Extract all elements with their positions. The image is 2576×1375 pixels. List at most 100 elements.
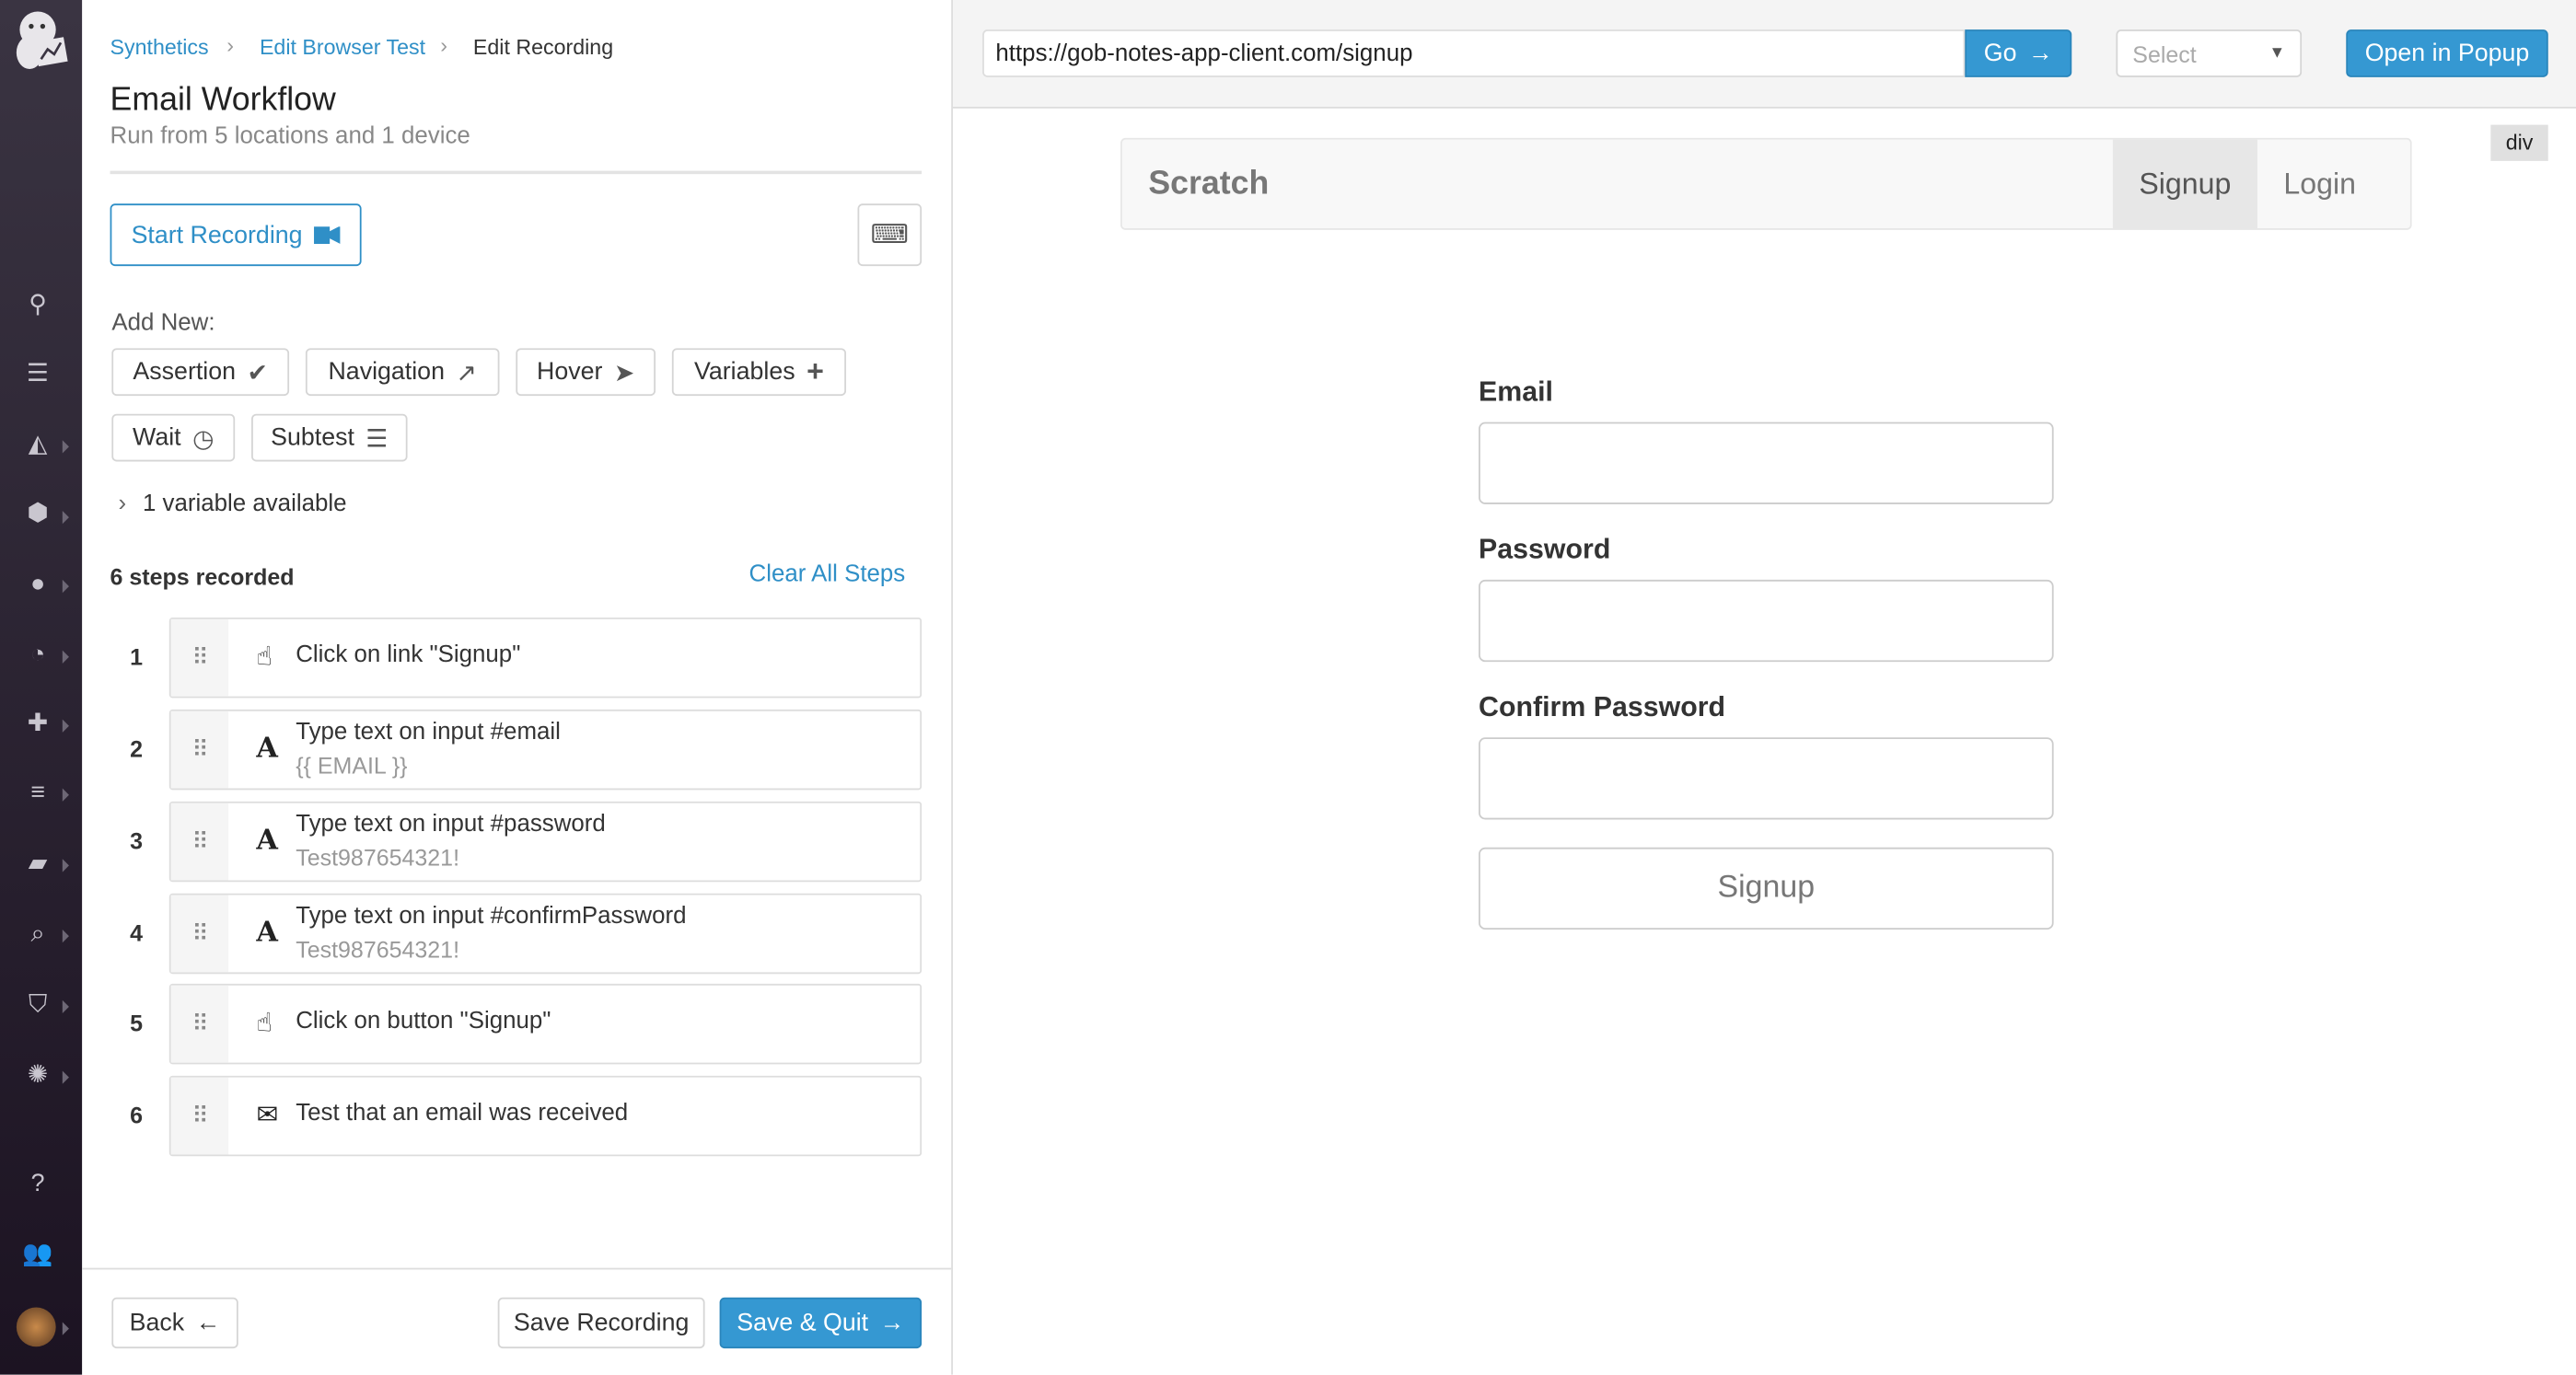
back-button[interactable]: Back ← — [111, 1298, 238, 1348]
page-title: Email Workflow — [110, 82, 336, 120]
add-assertion-button[interactable]: Assertion✔ — [111, 348, 289, 396]
page-subtitle: Run from 5 locations and 1 device — [110, 123, 470, 150]
keyboard-icon: ⌨ — [871, 218, 909, 251]
list-icon[interactable]: ☰ — [21, 358, 54, 391]
start-recording-button[interactable]: Start Recording — [110, 203, 362, 266]
step-number: 1 — [128, 644, 145, 671]
password-label: Password — [1479, 534, 1610, 567]
chart-icon[interactable]: ◭ — [21, 429, 54, 462]
label: Navigation — [328, 358, 445, 386]
device-select[interactable]: Select ▼ — [2116, 29, 2302, 77]
add-subtest-button[interactable]: Subtest ☰ — [251, 414, 408, 462]
step-description: Test that an email was received — [296, 1101, 628, 1127]
password-field[interactable] — [1479, 580, 2054, 662]
keyboard-shortcuts-button[interactable]: ⌨ — [858, 203, 922, 266]
main-sidebar: ⚲ ☰ ◭ ⬢ ● ◔ ✚ ≡ ▰ ⌕ ⛉ ✺ ? 👥 — [0, 0, 82, 1375]
go-button[interactable]: Go → — [1965, 29, 2071, 77]
shield-icon[interactable]: ⛉ — [21, 988, 54, 1022]
label: Hover — [537, 358, 602, 386]
binoculars-icon[interactable]: ⚲ — [21, 289, 54, 322]
step-item[interactable]: ⠿☝Click on link "Signup" — [169, 618, 922, 698]
url-input[interactable] — [982, 29, 1965, 77]
breadcrumb-separator: › — [226, 33, 234, 58]
cursor-icon: ➤ — [614, 357, 634, 387]
external-link-icon: ↗ — [456, 357, 476, 387]
step-item[interactable]: ⠿ ✉ Test that an email was received — [169, 1076, 922, 1156]
step-number: 2 — [128, 735, 145, 762]
drag-handle-icon[interactable]: ⠿ — [171, 619, 228, 697]
avatar[interactable] — [17, 1307, 56, 1346]
step-item[interactable]: ⠿AType text on input #email{{ EMAIL }} — [169, 710, 922, 790]
puzzle-icon[interactable]: ✚ — [21, 708, 54, 741]
variables-toggle[interactable]: ›1 variable available — [118, 491, 346, 518]
chevron-right-icon: › — [118, 491, 126, 518]
alert-icon[interactable]: ● — [21, 568, 54, 601]
add-wait-button[interactable]: Wait◷ — [111, 414, 235, 462]
step-description: Type text on input #confirmPassword — [296, 903, 686, 930]
add-hover-button[interactable]: Hover ➤ — [516, 348, 656, 396]
label: Select — [2132, 40, 2196, 67]
team-icon[interactable]: 👥 — [21, 1239, 54, 1272]
filter-icon[interactable]: ≡ — [21, 777, 54, 810]
step-item[interactable]: ⠿☝Click on button "Signup" — [169, 984, 922, 1064]
label: Back — [130, 1309, 185, 1336]
confirm-password-label: Confirm Password — [1479, 691, 1725, 724]
caret-down-icon: ▼ — [2269, 44, 2286, 63]
video-camera-icon — [314, 225, 341, 244]
start-recording-label: Start Recording — [132, 221, 303, 248]
step-number: 6 — [128, 1102, 145, 1128]
drag-handle-icon[interactable]: ⠿ — [171, 803, 228, 881]
check-icon: ✔ — [248, 357, 268, 387]
steps-count: 6 steps recorded — [110, 563, 295, 590]
app-navbar: Scratch Signup Login — [1120, 138, 2412, 230]
email-field[interactable] — [1479, 422, 2054, 504]
label: Variables — [694, 358, 795, 386]
nav-login[interactable]: Login — [2257, 140, 2383, 228]
breadcrumb-synthetics[interactable]: Synthetics — [110, 34, 209, 59]
drag-handle-icon[interactable]: ⠿ — [171, 1078, 228, 1155]
globe-gear-icon[interactable]: ✺ — [21, 1059, 54, 1092]
drag-handle-icon[interactable]: ⠿ — [171, 711, 228, 789]
arrow-right-icon: → — [2028, 40, 2053, 67]
step-description: Type text on input #password — [296, 812, 606, 838]
step-number: 5 — [128, 1010, 145, 1036]
nav-signup[interactable]: Signup — [2113, 140, 2257, 228]
list-icon: ☰ — [366, 423, 388, 453]
app-brand[interactable]: Scratch — [1148, 166, 1269, 203]
hexagons-icon[interactable]: ⬢ — [21, 498, 54, 531]
step-value: {{ EMAIL }} — [296, 752, 407, 779]
envelope-icon: ✉ — [256, 1078, 278, 1155]
clear-all-steps-link[interactable]: Clear All Steps — [749, 561, 906, 588]
signup-submit-button[interactable]: Signup — [1479, 848, 2054, 930]
label: Subtest — [271, 423, 354, 451]
step-description: Click on link "Signup" — [296, 642, 520, 669]
drag-handle-icon[interactable]: ⠿ — [171, 895, 228, 973]
step-number: 3 — [128, 827, 145, 854]
open-in-popup-button[interactable]: Open in Popup — [2346, 29, 2547, 77]
step-item[interactable]: ⠿ A Type text on input #confirmPassword Tes… — [169, 894, 922, 974]
confirm-password-field[interactable] — [1479, 737, 2054, 819]
step-value: Test987654321! — [296, 936, 459, 963]
notebook-icon[interactable]: ▰ — [21, 848, 54, 881]
type-text-icon: A — [256, 895, 278, 973]
label: Save Recording — [514, 1309, 689, 1336]
step-item[interactable]: ⠿AType text on input #passwordTest987654… — [169, 802, 922, 882]
help-icon[interactable]: ? — [21, 1168, 54, 1201]
save-and-quit-button[interactable]: Save & Quit→ — [720, 1298, 922, 1348]
add-variables-button[interactable]: Variables+ — [672, 348, 846, 396]
breadcrumb-edit-browser-test[interactable]: Edit Browser Test — [260, 34, 425, 59]
add-navigation-button[interactable]: Navigation ↗ — [306, 348, 500, 396]
drag-handle-icon[interactable]: ⠿ — [171, 986, 228, 1063]
label: Go — [1984, 40, 2017, 67]
email-label: Email — [1479, 376, 1553, 410]
divider — [110, 171, 922, 175]
log-search-icon[interactable]: ⌕ — [21, 919, 54, 952]
save-recording-button[interactable]: Save Recording — [498, 1298, 705, 1348]
label: Wait — [133, 423, 181, 451]
add-new-label: Add New: — [111, 310, 215, 337]
gauge-icon[interactable]: ◔ — [21, 639, 54, 672]
pointer-hand-icon: ☝ — [256, 986, 272, 1063]
datadog-logo[interactable] — [10, 6, 73, 75]
step-value: Test987654321! — [296, 844, 459, 871]
arrow-left-icon: ← — [196, 1309, 221, 1336]
